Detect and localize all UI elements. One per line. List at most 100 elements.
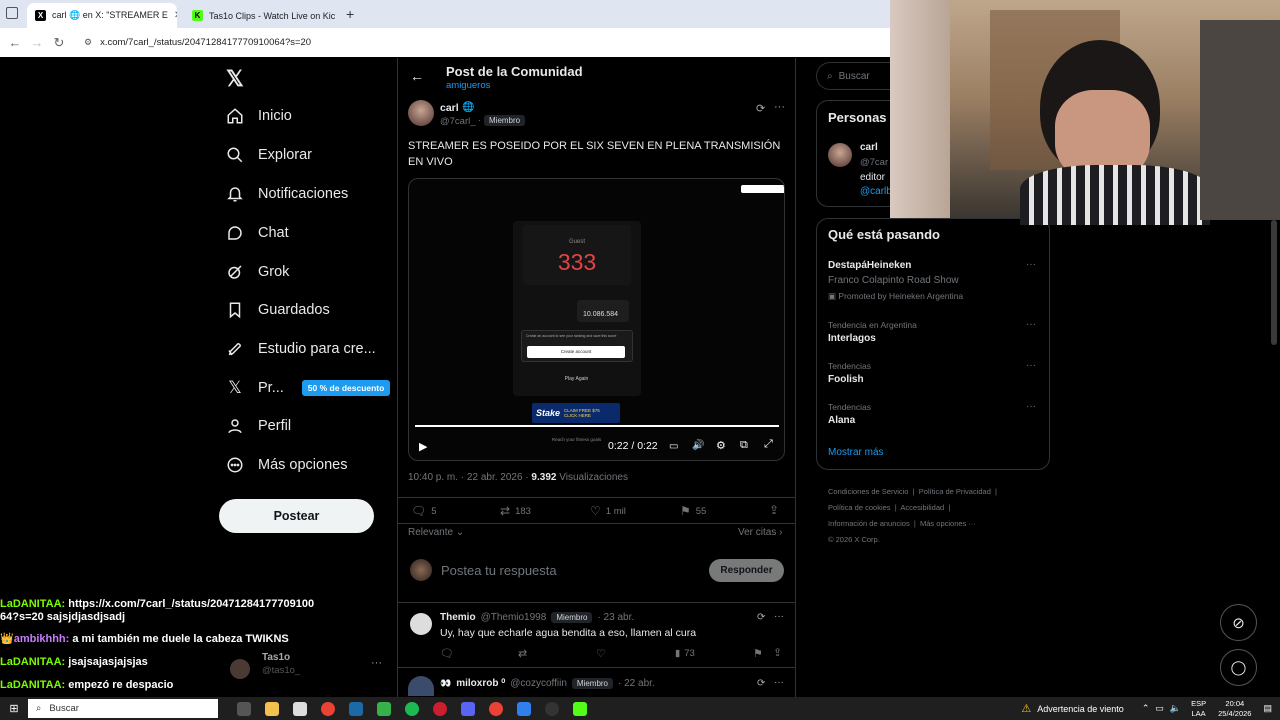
- trend-title[interactable]: Alana: [828, 415, 855, 426]
- app-icon[interactable]: [377, 701, 391, 716]
- repost-icon[interactable]: ⇄: [518, 647, 527, 660]
- more-icon[interactable]: ···: [1026, 259, 1036, 270]
- x-logo-icon[interactable]: 𝕏: [226, 66, 244, 92]
- more-icon[interactable]: ···: [1026, 401, 1036, 412]
- network-icon[interactable]: ▭: [1155, 703, 1164, 714]
- back-icon[interactable]: ←: [4, 35, 26, 50]
- nav-item-home[interactable]: Inicio: [226, 101, 292, 131]
- author-handle[interactable]: @7carl_: [440, 116, 476, 127]
- footer-link[interactable]: Más opciones ···: [920, 519, 976, 528]
- url-field[interactable]: ⚙ x.com/7carl_/status/204712841777091006…: [80, 31, 890, 54]
- scrollbar[interactable]: [1271, 220, 1277, 345]
- play-icon[interactable]: ▶: [419, 440, 427, 453]
- taskbar-search[interactable]: ⌕ Buscar: [28, 699, 218, 718]
- opera-icon[interactable]: [433, 701, 447, 716]
- progress-track[interactable]: [415, 425, 779, 427]
- messages-float-button[interactable]: ◯: [1220, 649, 1257, 686]
- tray-chevron-icon[interactable]: ⌃: [1142, 703, 1150, 714]
- new-tab-button[interactable]: +: [346, 6, 354, 22]
- view-quotes-link[interactable]: Ver citas ›: [738, 527, 782, 538]
- reply-button[interactable]: Responder: [709, 559, 784, 582]
- weather-text[interactable]: Advertencia de viento: [1037, 704, 1124, 714]
- reply-icon[interactable]: 🗨: [440, 647, 454, 660]
- tab-kick[interactable]: K Tas1o Clips - Watch Live on Kic ✕: [184, 3, 339, 28]
- grok-icon[interactable]: ⟳: [756, 102, 765, 115]
- bookmark-icon[interactable]: ⚑: [753, 647, 763, 660]
- tab-x-post[interactable]: X carl 🌐 en X: "STREAMER E ✕: [27, 3, 177, 28]
- author-avatar[interactable]: [408, 100, 434, 126]
- captions-icon[interactable]: ▭: [669, 441, 678, 452]
- clock[interactable]: 20:04 25/4/2026: [1218, 699, 1251, 719]
- start-icon[interactable]: ⊞: [0, 702, 28, 715]
- fullscreen-icon[interactable]: ⤢: [764, 438, 773, 451]
- reply-handle[interactable]: @cozycoffiin: [510, 678, 567, 689]
- video-player[interactable]: Guest 333 10.086.584 Create an account t…: [408, 178, 785, 461]
- person-name[interactable]: carl: [860, 142, 878, 153]
- language-indicator[interactable]: ESP LAA: [1191, 699, 1206, 719]
- person-link[interactable]: @carlb: [860, 186, 892, 197]
- site-info-icon[interactable]: ⚙: [84, 37, 92, 48]
- post-button[interactable]: Postear: [219, 499, 374, 533]
- reply-handle[interactable]: @Themio1998: [481, 612, 547, 623]
- reload-icon[interactable]: ↻: [48, 35, 70, 51]
- show-more-link[interactable]: Mostrar más: [828, 447, 884, 458]
- footer-link[interactable]: Política de cookies: [828, 503, 891, 512]
- author-name[interactable]: carl: [440, 102, 459, 114]
- more-icon[interactable]: ···: [774, 101, 785, 113]
- steam-icon[interactable]: [349, 701, 363, 716]
- nav-item-chat[interactable]: Chat: [226, 218, 289, 248]
- kick-icon[interactable]: [573, 701, 587, 716]
- like-action[interactable]: ♡ 1 mil: [590, 504, 626, 518]
- footer-link[interactable]: Política de Privacidad: [919, 487, 991, 496]
- heart-icon[interactable]: ♡: [596, 647, 606, 660]
- avatar[interactable]: [410, 613, 432, 635]
- nav-item-grok[interactable]: Grok: [226, 257, 289, 287]
- bookmark-action[interactable]: ⚑ 55: [680, 504, 706, 518]
- sort-dropdown[interactable]: Relevante ⌄: [408, 527, 464, 538]
- forward-icon[interactable]: →: [26, 35, 48, 50]
- volume-icon[interactable]: 🔊: [692, 440, 704, 451]
- nav-item-explore[interactable]: Explorar: [226, 140, 312, 170]
- more-icon[interactable]: ···: [371, 657, 382, 669]
- community-link[interactable]: amigueros: [446, 80, 490, 91]
- views-action[interactable]: ▮ 73: [675, 648, 695, 659]
- chrome-icon[interactable]: [321, 701, 335, 716]
- footer-link[interactable]: Condiciones de Servicio: [828, 487, 908, 496]
- settings-icon[interactable]: ⚙: [716, 439, 726, 452]
- grok-icon[interactable]: ⟳: [757, 612, 765, 623]
- reply-author[interactable]: Themio: [440, 612, 476, 623]
- reply-author[interactable]: miloxrob ⁰: [456, 678, 505, 689]
- notification-icon[interactable]: ▤: [1263, 703, 1272, 714]
- grok-icon[interactable]: ⟳: [757, 678, 765, 689]
- nav-item-bookmarks[interactable]: Guardados: [226, 295, 330, 325]
- repost-action[interactable]: ⇄ 183: [500, 504, 531, 518]
- obs-icon[interactable]: [545, 701, 559, 716]
- share-icon[interactable]: ⇪: [773, 646, 782, 659]
- pip-icon[interactable]: ⧉: [740, 439, 748, 452]
- nav-item-profile[interactable]: Perfil: [226, 411, 291, 441]
- search-input[interactable]: ⌕ Buscar: [816, 62, 896, 90]
- more-icon[interactable]: ···: [1026, 360, 1036, 371]
- close-tab-icon[interactable]: ✕: [174, 10, 177, 21]
- share-icon[interactable]: ⇪: [769, 503, 779, 517]
- spotify-icon[interactable]: [405, 701, 419, 716]
- volume-icon[interactable]: 🔈: [1170, 703, 1181, 714]
- avatar[interactable]: [828, 143, 852, 167]
- file-explorer-icon[interactable]: [265, 701, 279, 716]
- person-handle[interactable]: @7car: [860, 157, 888, 168]
- tab-search-icon[interactable]: [6, 7, 18, 19]
- nav-item-creator-studio[interactable]: Estudio para cre...: [226, 334, 376, 364]
- trend-title[interactable]: Interlagos: [828, 333, 876, 344]
- more-icon[interactable]: ···: [774, 677, 784, 688]
- footer-link[interactable]: Información de anuncios: [828, 519, 910, 528]
- reply-action[interactable]: 🗨 5: [411, 504, 437, 518]
- app-icon[interactable]: [517, 701, 531, 716]
- discord-icon[interactable]: [461, 701, 475, 716]
- back-arrow-icon[interactable]: ←: [410, 68, 424, 84]
- more-icon[interactable]: ···: [1026, 319, 1036, 330]
- reply-input[interactable]: Postea tu respuesta: [441, 563, 557, 578]
- nav-item-notifications[interactable]: Notificaciones: [226, 179, 348, 209]
- nav-item-premium[interactable]: 𝕏 Pr... 50 % de descuento: [226, 373, 391, 403]
- footer-link[interactable]: Accesibilidad: [900, 503, 944, 512]
- trend-title[interactable]: Foolish: [828, 374, 864, 385]
